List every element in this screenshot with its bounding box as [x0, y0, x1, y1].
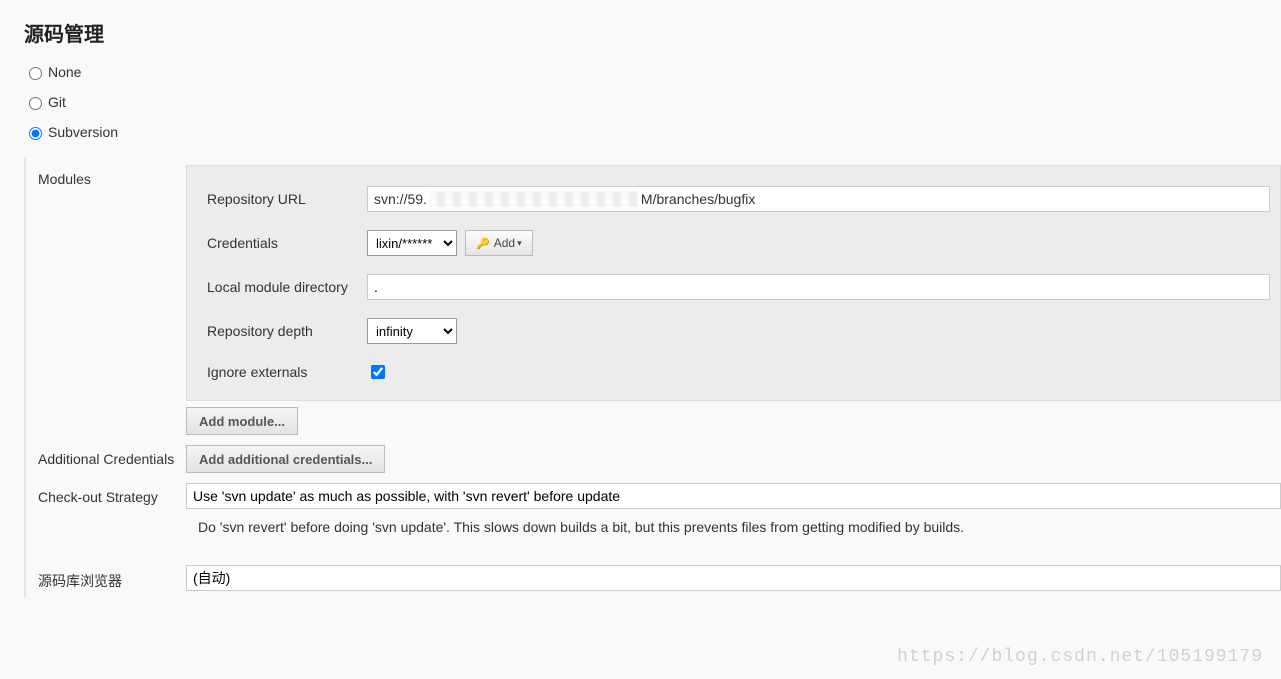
- watermark: https://blog.csdn.net/105199179: [897, 647, 1263, 667]
- repo-url-prefix: svn://59.: [374, 191, 427, 207]
- additional-credentials-label: Additional Credentials: [26, 445, 186, 473]
- radio-label-git: Git: [48, 94, 66, 110]
- radio-subversion[interactable]: [29, 127, 42, 140]
- credentials-select[interactable]: lixin/******: [367, 230, 457, 256]
- scm-radio-group: None Git Subversion: [0, 57, 1281, 157]
- repo-browser-select[interactable]: [186, 565, 1281, 591]
- repo-url-masked: [429, 191, 639, 207]
- radio-none[interactable]: [29, 67, 42, 80]
- local-dir-input[interactable]: [367, 274, 1270, 300]
- repo-browser-label: 源码库浏览器: [26, 565, 186, 597]
- checkout-strategy-label: Check-out Strategy: [26, 483, 186, 511]
- modules-panel: Repository URL svn://59. M/branches/bugf…: [186, 165, 1281, 401]
- scm-option-none[interactable]: None: [24, 57, 1281, 87]
- scm-option-git[interactable]: Git: [24, 87, 1281, 117]
- add-additional-credentials-button[interactable]: Add additional credentials...: [186, 445, 385, 473]
- credentials-add-button[interactable]: 🔑 Add ▾: [465, 230, 533, 256]
- checkout-strategy-select[interactable]: [186, 483, 1281, 509]
- repo-url-suffix: M/branches/bugfix: [641, 191, 755, 207]
- scm-option-subversion[interactable]: Subversion: [24, 117, 1281, 147]
- depth-select[interactable]: infinity: [367, 318, 457, 344]
- credentials-add-label: Add: [494, 236, 515, 250]
- local-dir-label: Local module directory: [207, 279, 367, 295]
- credentials-label: Credentials: [207, 235, 367, 251]
- chevron-down-icon: ▾: [517, 238, 522, 249]
- repo-url-input[interactable]: svn://59. M/branches/bugfix: [367, 186, 1270, 212]
- subversion-config: Modules Repository URL svn://59. M/branc…: [24, 157, 1281, 597]
- depth-label: Repository depth: [207, 323, 367, 339]
- add-module-button[interactable]: Add module...: [186, 407, 298, 435]
- repo-url-label: Repository URL: [207, 191, 367, 207]
- radio-label-subversion: Subversion: [48, 124, 118, 140]
- key-icon: 🔑: [476, 237, 490, 250]
- ignore-externals-label: Ignore externals: [207, 364, 367, 380]
- section-title: 源码管理: [0, 0, 1281, 57]
- modules-label: Modules: [26, 165, 186, 193]
- ignore-externals-checkbox[interactable]: [371, 365, 385, 379]
- radio-git[interactable]: [29, 97, 42, 110]
- radio-label-none: None: [48, 64, 81, 80]
- checkout-strategy-help: Do 'svn revert' before doing 'svn update…: [186, 509, 1281, 555]
